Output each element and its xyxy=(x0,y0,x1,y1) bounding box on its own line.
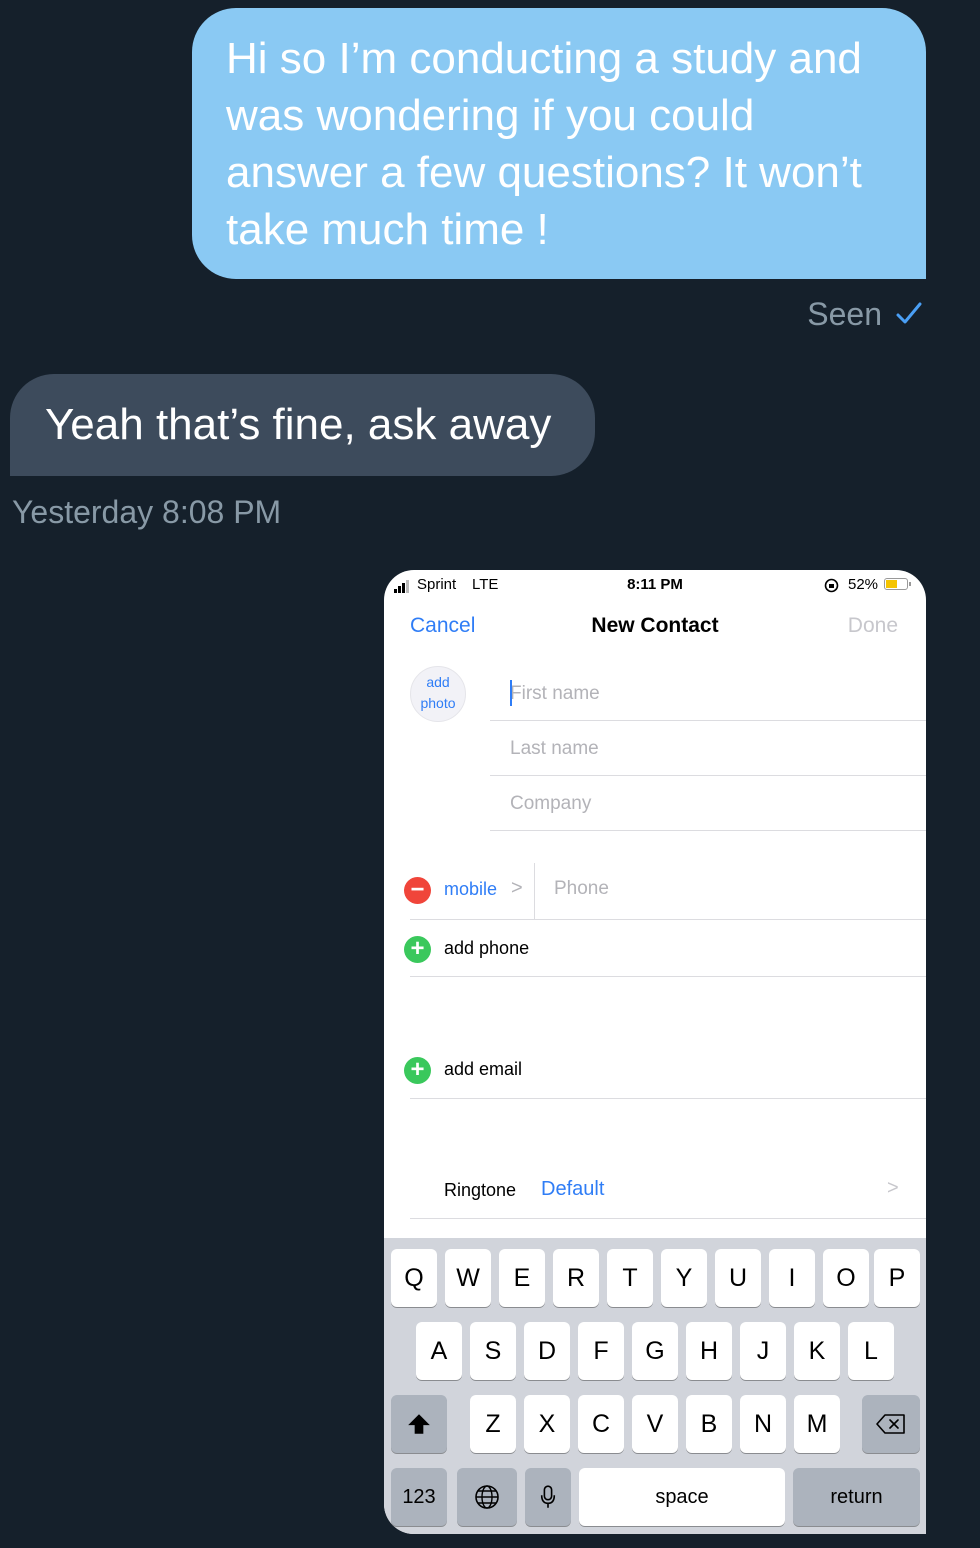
shift-icon xyxy=(408,1414,430,1434)
ringtone-label: Ringtone xyxy=(444,1180,517,1200)
key-g[interactable]: G xyxy=(632,1322,678,1380)
chevron-right-icon: > xyxy=(887,1177,899,1199)
phone-input[interactable]: Phone xyxy=(554,878,609,900)
done-button[interactable]: Done xyxy=(848,614,898,638)
microphone-key[interactable] xyxy=(525,1468,571,1526)
add-photo-line1: add xyxy=(426,674,450,690)
company-field[interactable]: Company xyxy=(490,776,926,831)
add-phone-button[interactable]: add phone xyxy=(444,938,529,959)
key-r[interactable]: R xyxy=(553,1249,599,1307)
divider xyxy=(534,863,535,919)
battery-icon xyxy=(884,578,908,590)
incoming-message-text: Yeah that’s fine, ask away xyxy=(45,400,552,449)
divider xyxy=(410,1218,926,1219)
seen-label: Seen xyxy=(807,296,882,332)
globe-icon xyxy=(475,1485,499,1509)
key-t[interactable]: T xyxy=(607,1249,653,1307)
globe-key[interactable] xyxy=(457,1468,517,1526)
key-n[interactable]: N xyxy=(740,1395,786,1453)
key-l[interactable]: L xyxy=(848,1322,894,1380)
outgoing-message-text: Hi so I’m conducting a study and was won… xyxy=(226,34,862,254)
microphone-icon xyxy=(540,1485,556,1508)
key-e[interactable]: E xyxy=(499,1249,545,1307)
numbers-key[interactable]: 123 xyxy=(391,1468,447,1526)
backspace-key[interactable] xyxy=(862,1395,920,1453)
key-k[interactable]: K xyxy=(794,1322,840,1380)
key-s[interactable]: S xyxy=(470,1322,516,1380)
key-j[interactable]: J xyxy=(740,1322,786,1380)
shift-key[interactable] xyxy=(391,1395,447,1453)
key-i[interactable]: I xyxy=(769,1249,815,1307)
cancel-button[interactable]: Cancel xyxy=(410,614,475,638)
divider xyxy=(410,919,926,920)
backspace-icon xyxy=(876,1414,905,1434)
add-phone-icon[interactable]: + xyxy=(404,936,431,963)
screenshot-image[interactable]: Sprint LTE 8:11 PM 52% New Contact Cance… xyxy=(384,570,926,1534)
divider xyxy=(410,976,926,977)
add-email-button[interactable]: add email xyxy=(444,1059,522,1080)
outgoing-message-bubble: Hi so I’m conducting a study and was won… xyxy=(192,8,926,279)
battery-tip xyxy=(909,582,911,586)
key-h[interactable]: H xyxy=(686,1322,732,1380)
key-v[interactable]: V xyxy=(632,1395,678,1453)
key-z[interactable]: Z xyxy=(470,1395,516,1453)
battery-percent: 52% xyxy=(848,576,879,593)
chevron-right-icon: > xyxy=(511,877,523,899)
incoming-message-bubble: Yeah that’s fine, ask away xyxy=(10,374,595,476)
phone-label-selector[interactable]: mobile xyxy=(444,879,497,900)
divider xyxy=(410,1098,926,1099)
key-o[interactable]: O xyxy=(823,1249,869,1307)
last-name-field[interactable]: Last name xyxy=(490,721,926,776)
space-key[interactable]: space xyxy=(579,1468,785,1526)
add-email-icon[interactable]: + xyxy=(404,1057,431,1084)
key-b[interactable]: B xyxy=(686,1395,732,1453)
message-timestamp: Yesterday 8:08 PM xyxy=(12,494,282,530)
key-x[interactable]: X xyxy=(524,1395,570,1453)
add-photo-line2: photo xyxy=(420,695,456,711)
key-q[interactable]: Q xyxy=(391,1249,437,1307)
add-photo-button[interactable]: add photo xyxy=(410,666,466,722)
key-u[interactable]: U xyxy=(715,1249,761,1307)
key-m[interactable]: M xyxy=(794,1395,840,1453)
checkmark-icon xyxy=(896,302,922,324)
key-y[interactable]: Y xyxy=(661,1249,707,1307)
text-cursor xyxy=(510,680,512,706)
return-key[interactable]: return xyxy=(793,1468,920,1526)
keyboard: Q W E R T Y U I O P A S D F G H J K L Z … xyxy=(384,1238,926,1534)
key-f[interactable]: F xyxy=(578,1322,624,1380)
key-c[interactable]: C xyxy=(578,1395,624,1453)
key-w[interactable]: W xyxy=(445,1249,491,1307)
orientation-lock-icon xyxy=(824,578,839,593)
key-a[interactable]: A xyxy=(416,1322,462,1380)
remove-phone-icon[interactable]: − xyxy=(404,877,431,904)
status-time: 8:11 PM xyxy=(627,576,683,593)
key-d[interactable]: D xyxy=(524,1322,570,1380)
first-name-field[interactable]: First name xyxy=(490,666,926,721)
key-p[interactable]: P xyxy=(874,1249,920,1307)
ringtone-value[interactable]: Default xyxy=(541,1178,604,1201)
